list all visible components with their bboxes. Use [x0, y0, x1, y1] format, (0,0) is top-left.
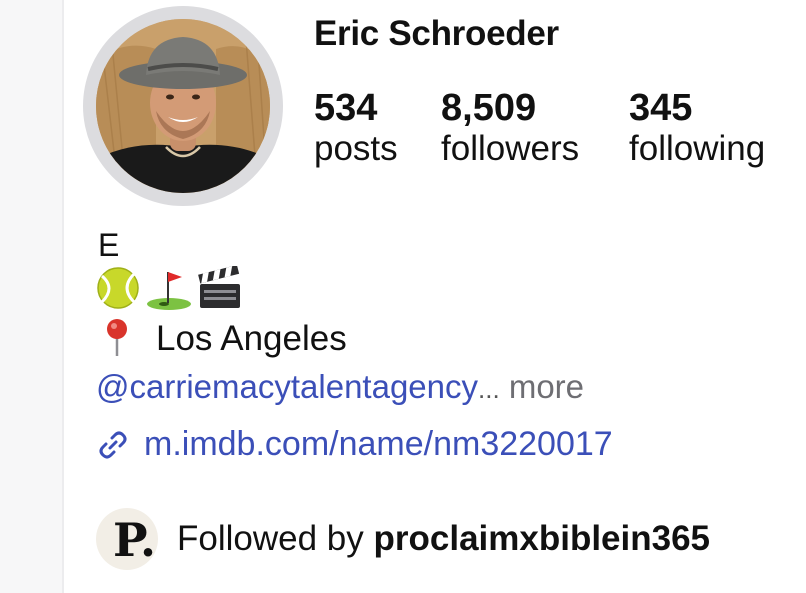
bio-mention-line: @carriemacytalentagency... more [96, 366, 584, 410]
followers-count: 8,509 [441, 87, 537, 129]
followers-stat[interactable]: 8,509 followers [441, 88, 579, 170]
more-button[interactable]: more [509, 368, 584, 405]
profile-name: Eric Schroeder [314, 14, 559, 53]
bio-emoji-row [96, 266, 256, 312]
follower-avatar-logo: P. [113, 513, 156, 567]
left-panel-edge [0, 0, 64, 593]
following-label: following [629, 129, 766, 168]
link-icon [99, 431, 127, 459]
profile-photo-image [96, 19, 270, 193]
clapperboard-icon [198, 266, 240, 308]
round-pushpin-icon [107, 319, 127, 356]
posts-count: 534 [314, 87, 378, 129]
truncation-ellipsis: ... [478, 374, 500, 404]
posts-label: posts [314, 129, 398, 168]
website-url: m.imdb.com/name/nm3220017 [144, 425, 613, 463]
location-text: Los Angeles [156, 319, 347, 358]
follower-account-name[interactable]: proclaimxbiblein365 [374, 519, 711, 558]
following-stat[interactable]: 345 following [629, 88, 765, 170]
profile-avatar[interactable] [96, 19, 270, 193]
followers-label: followers [441, 129, 580, 168]
follower-avatar: P. [96, 508, 158, 570]
posts-stat[interactable]: 534 posts [314, 88, 398, 170]
followed-by-prefix: Followed by [177, 519, 364, 558]
golf-flag-icon [147, 272, 191, 310]
following-count: 345 [629, 87, 693, 129]
followed-by-text: Followed by proclaimxbiblein365 [177, 516, 710, 562]
bio-initial: E [98, 227, 120, 263]
tennis-ball-icon [97, 267, 139, 309]
agency-mention-link[interactable]: @carriemacytalentagency [96, 368, 478, 405]
